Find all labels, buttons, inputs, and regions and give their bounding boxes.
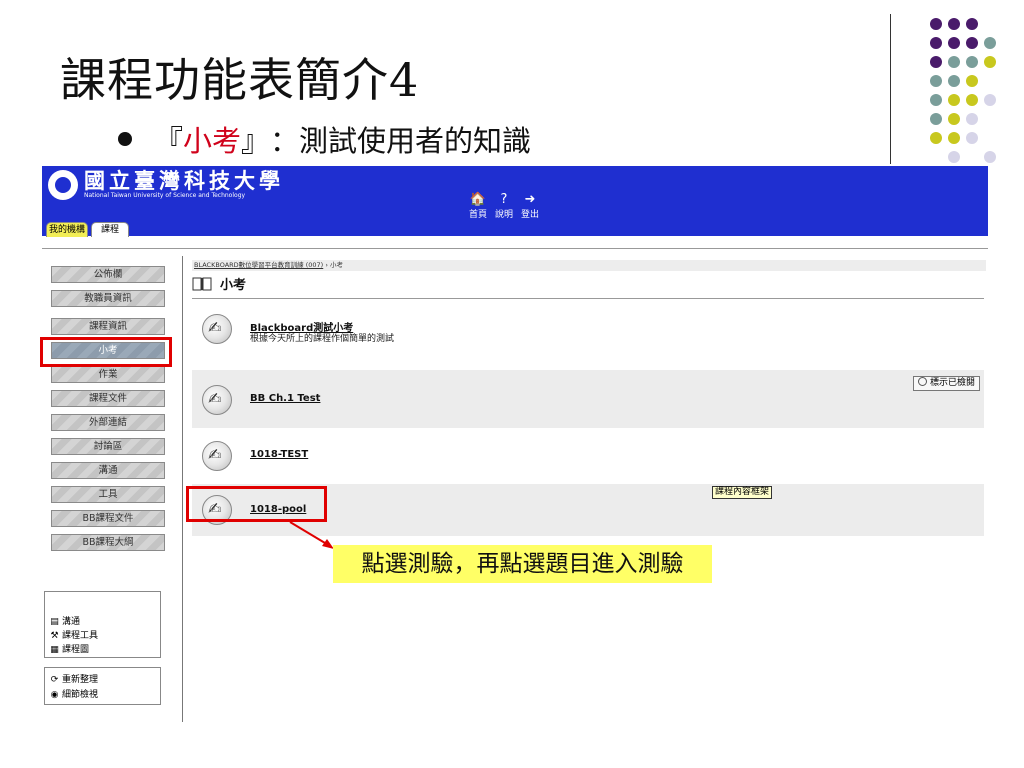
instruction-callout: 點選測驗，再點選題目進入測驗 xyxy=(333,545,712,583)
callout-arrow-icon xyxy=(289,521,334,549)
